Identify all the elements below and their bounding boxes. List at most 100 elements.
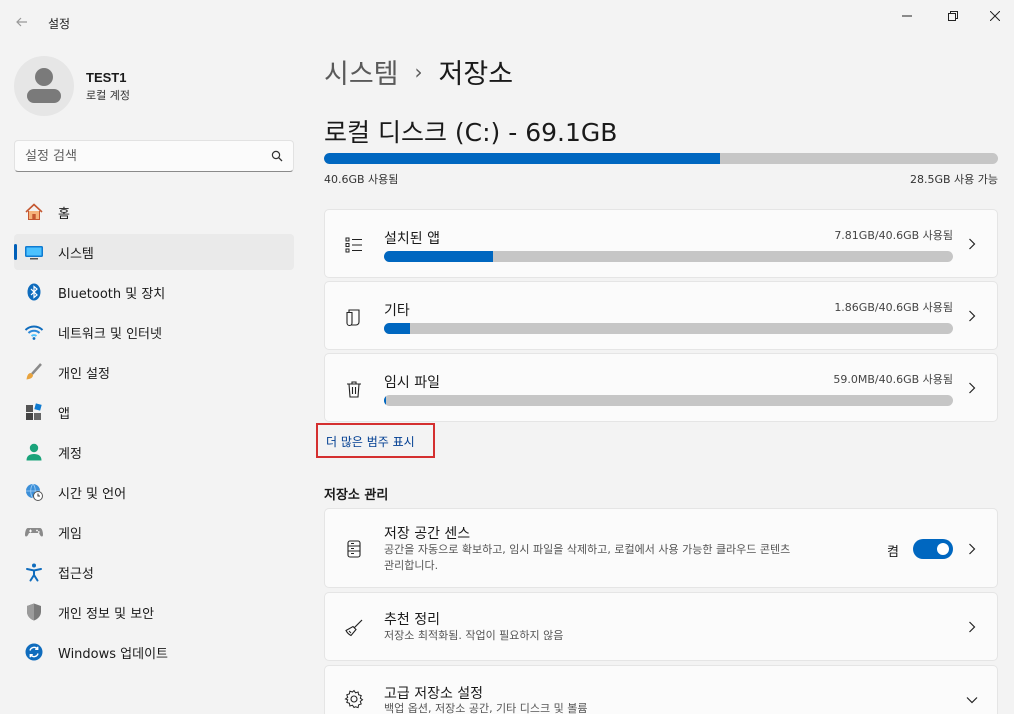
sidebar-item-home[interactable]: 홈 <box>14 194 294 230</box>
accessibility-icon <box>24 562 44 582</box>
gamepad-icon <box>24 522 44 542</box>
shield-icon <box>24 602 44 622</box>
document-icon <box>343 306 365 328</box>
sidebar-item-label: 네트워크 및 인터넷 <box>58 326 162 342</box>
breadcrumb-separator: › <box>414 59 423 84</box>
sidebar-item-label: 게임 <box>58 526 82 542</box>
title-bar: 설정 <box>0 0 1014 46</box>
user-name: TEST1 <box>86 69 127 85</box>
sidebar-item-network[interactable]: 네트워크 및 인터넷 <box>14 314 294 350</box>
chevron-right-icon <box>965 381 979 395</box>
sidebar-item-label: Windows 업데이트 <box>58 646 169 662</box>
chevron-right-icon <box>965 237 979 251</box>
sidebar-item-label: 개인 정보 및 보안 <box>58 606 155 622</box>
sidebar-item-bluetooth[interactable]: Bluetooth 및 장치 <box>14 274 294 310</box>
storage-sense-toggle[interactable] <box>913 539 953 559</box>
brush-icon <box>24 362 44 382</box>
category-usage: 59.0MB/40.6GB 사용됨 <box>833 373 953 386</box>
chevron-right-icon <box>965 620 979 634</box>
restore-icon <box>948 11 958 21</box>
category-usage: 1.86GB/40.6GB 사용됨 <box>834 301 953 314</box>
sidebar-item-accounts[interactable]: 계정 <box>14 434 294 470</box>
sidebar-item-system[interactable]: 시스템 <box>14 234 294 270</box>
storage-sense-title: 저장 공간 센스 <box>384 526 471 542</box>
breadcrumb: 시스템 › 저장소 <box>324 52 513 91</box>
category-usage: 7.81GB/40.6GB 사용됨 <box>834 229 953 242</box>
sidebar-item-label: 홈 <box>58 206 70 222</box>
avatar <box>14 56 74 116</box>
sidebar-item-apps[interactable]: 앱 <box>14 394 294 430</box>
storage-sense-desc-line1: 공간을 자동으로 확보하고, 임시 파일을 삭제하고, 로컬에서 사용 가능한 … <box>384 543 791 556</box>
back-button[interactable] <box>8 8 36 36</box>
arrow-left-icon <box>16 17 27 27</box>
advanced-storage-settings-row[interactable]: 고급 저장소 설정 백업 옵션, 저장소 공간, 기타 디스크 및 볼륨 <box>324 665 998 714</box>
page-title: 저장소 <box>438 59 514 90</box>
category-other[interactable]: 기타 1.86GB/40.6GB 사용됨 <box>324 281 998 350</box>
app-list-icon <box>343 234 365 256</box>
cleanup-recommendations-row[interactable]: 추천 정리 저장소 최적화됨. 작업이 필요하지 않음 <box>324 592 998 661</box>
avatar-head <box>35 68 53 86</box>
category-usage-bar <box>384 323 953 334</box>
category-temp-files[interactable]: 임시 파일 59.0MB/40.6GB 사용됨 <box>324 353 998 422</box>
cleanup-title: 추천 정리 <box>384 612 440 628</box>
restore-button[interactable] <box>930 0 976 32</box>
cleanup-desc: 저장소 최적화됨. 작업이 필요하지 않음 <box>384 629 564 642</box>
minimize-button[interactable] <box>884 0 930 32</box>
sidebar-item-gaming[interactable]: 게임 <box>14 514 294 550</box>
sidebar-item-time-language[interactable]: 시간 및 언어 <box>14 474 294 510</box>
sidebar-item-label: 앱 <box>58 406 70 422</box>
globe-clock-icon <box>24 482 44 502</box>
chevron-down-icon <box>965 693 979 707</box>
sidebar-nav: 홈 시스템 Bluetooth 및 장치 네트워크 및 인터넷 개인 설정 앱 <box>14 194 294 674</box>
avatar-body <box>27 89 61 103</box>
disk-free-label: 28.5GB 사용 가능 <box>909 173 998 186</box>
section-title-storage-management: 저장소 관리 <box>324 488 389 503</box>
user-profile[interactable]: TEST1 로컬 계정 <box>14 56 130 116</box>
disk-usage-fill <box>324 153 721 164</box>
sidebar-item-accessibility[interactable]: 접근성 <box>14 554 294 590</box>
category-usage-bar <box>384 251 953 262</box>
sidebar-item-label: 시스템 <box>58 246 94 262</box>
sidebar-item-label: 시간 및 언어 <box>58 486 127 502</box>
gear-icon <box>343 688 365 710</box>
close-icon <box>990 11 1000 21</box>
search-icon[interactable] <box>271 150 283 162</box>
advanced-storage-title: 고급 저장소 설정 <box>384 686 484 702</box>
wifi-icon <box>24 322 44 342</box>
chevron-right-icon <box>965 542 979 556</box>
sidebar-item-label: Bluetooth 및 장치 <box>58 286 166 302</box>
account-icon <box>24 442 44 462</box>
account-type: 로컬 계정 <box>86 88 130 102</box>
breadcrumb-parent[interactable]: 시스템 <box>324 52 399 91</box>
update-icon <box>24 642 44 662</box>
sidebar-item-personalization[interactable]: 개인 설정 <box>14 354 294 390</box>
category-usage-fill <box>384 323 411 334</box>
search-input[interactable] <box>25 148 271 164</box>
search-box[interactable] <box>14 140 294 172</box>
app-title: 설정 <box>48 17 71 31</box>
category-title: 기타 <box>384 303 410 319</box>
storage-sense-row[interactable]: 저장 공간 센스 공간을 자동으로 확보하고, 임시 파일을 삭제하고, 로컬에… <box>324 508 998 588</box>
toggle-state-label: 켬 <box>887 545 899 560</box>
show-more-categories-link[interactable]: 더 많은 범주 표시 <box>316 423 435 458</box>
advanced-storage-desc: 백업 옵션, 저장소 공간, 기타 디스크 및 볼륨 <box>384 702 588 714</box>
toggle-knob <box>937 543 949 555</box>
bluetooth-icon <box>24 282 44 302</box>
storage-sense-icon <box>343 538 365 560</box>
disk-used-label: 40.6GB 사용됨 <box>324 173 399 186</box>
apps-icon <box>24 402 44 422</box>
disk-title: 로컬 디스크 (C:) - 69.1GB <box>324 118 618 147</box>
storage-sense-desc-line2: 관리합니다. <box>384 559 439 572</box>
category-title: 설치된 앱 <box>384 231 440 247</box>
category-title: 임시 파일 <box>384 375 440 391</box>
chevron-right-icon <box>965 309 979 323</box>
sidebar-item-privacy[interactable]: 개인 정보 및 보안 <box>14 594 294 630</box>
sidebar-item-windows-update[interactable]: Windows 업데이트 <box>14 634 294 670</box>
disk-usage-bar <box>324 153 998 164</box>
category-usage-fill <box>384 251 494 262</box>
sidebar-item-label: 개인 설정 <box>58 366 110 382</box>
home-icon <box>24 202 44 222</box>
close-button[interactable] <box>976 0 1014 32</box>
category-installed-apps[interactable]: 설치된 앱 7.81GB/40.6GB 사용됨 <box>324 209 998 278</box>
trash-icon <box>343 378 365 400</box>
